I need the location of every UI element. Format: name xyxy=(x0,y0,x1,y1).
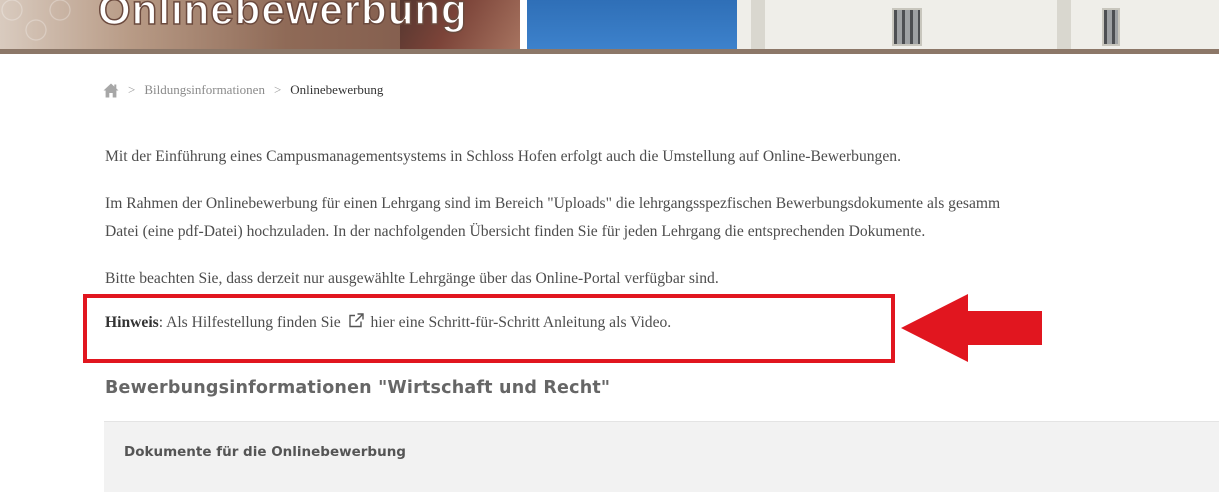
breadcrumb: > Bildungsinformationen > Onlinebewerbun… xyxy=(103,80,383,100)
banner-bottom-bar xyxy=(0,49,1219,54)
building-pillar xyxy=(751,0,765,50)
banner-sky xyxy=(527,0,737,50)
breadcrumb-item-current: Onlinebewerbung xyxy=(290,82,384,97)
header-banner: Onlinebewerbung xyxy=(0,0,1219,54)
building-window xyxy=(892,8,922,46)
building-window xyxy=(1102,8,1120,46)
hint-label: Hinweis xyxy=(105,314,159,331)
documents-panel-title[interactable]: Dokumente für die Onlinebewerbung xyxy=(124,444,406,460)
intro-paragraph: Mit der Einführung eines Campusmanagemen… xyxy=(105,148,901,165)
banner-image-left: Onlinebewerbung xyxy=(0,0,520,50)
upload-paragraph-line-2: Datei (eine pdf-Datei) hochzuladen. In d… xyxy=(105,223,926,240)
breadcrumb-separator: > xyxy=(128,82,136,97)
external-link-icon[interactable] xyxy=(348,313,364,328)
section-heading: Bewerbungsinformationen "Wirtschaft und … xyxy=(105,378,611,398)
availability-paragraph: Bitte beachten Sie, dass derzeit nur aus… xyxy=(105,270,719,287)
home-icon[interactable] xyxy=(103,83,119,98)
breadcrumb-item-bildungsinformationen[interactable]: Bildungsinformationen xyxy=(144,82,265,98)
video-tutorial-link[interactable]: hier eine Schritt-für-Schritt Anleitung … xyxy=(370,314,671,331)
red-arrow-annotation xyxy=(901,294,1042,362)
banner-pattern xyxy=(0,0,90,50)
breadcrumb-separator: > xyxy=(273,82,282,97)
hint-text: : Als Hilfestellung finden Sie xyxy=(158,314,341,331)
hint-paragraph: Hinweis: Als Hilfestellung finden Sie hi… xyxy=(105,313,671,333)
page-banner-title: Onlinebewerbung xyxy=(97,0,468,34)
building-pillar xyxy=(1057,0,1071,50)
banner-building xyxy=(737,0,1219,50)
upload-paragraph-line-1: Im Rahmen der Onlinebewerbung für einen … xyxy=(105,195,1001,212)
